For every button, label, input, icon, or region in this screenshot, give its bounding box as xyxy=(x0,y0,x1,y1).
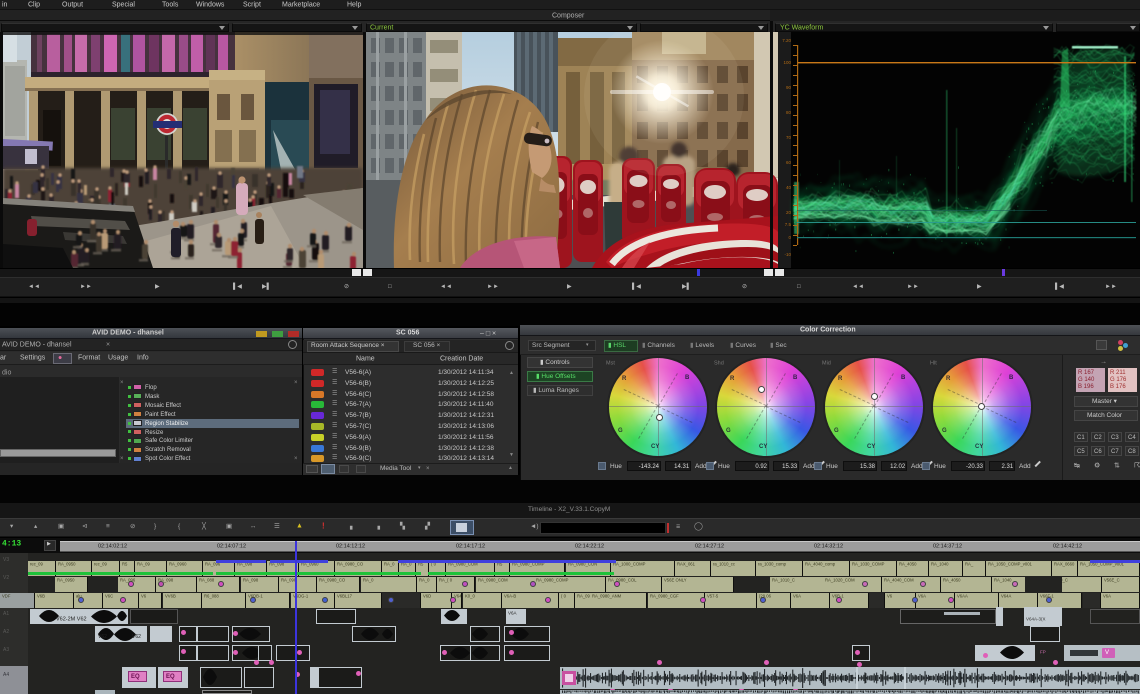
svg-text:70: 70 xyxy=(786,135,792,140)
svg-text:7.20: 7.20 xyxy=(782,38,791,43)
svg-text:60: 60 xyxy=(786,160,792,165)
svg-text:-10: -10 xyxy=(784,252,791,257)
svg-text:90: 90 xyxy=(786,85,792,90)
svg-text:40: 40 xyxy=(786,185,792,190)
svg-text:7.5: 7.5 xyxy=(785,222,792,227)
svg-text:100: 100 xyxy=(783,60,791,65)
svg-text:20: 20 xyxy=(786,210,792,215)
svg-text:80: 80 xyxy=(786,110,792,115)
